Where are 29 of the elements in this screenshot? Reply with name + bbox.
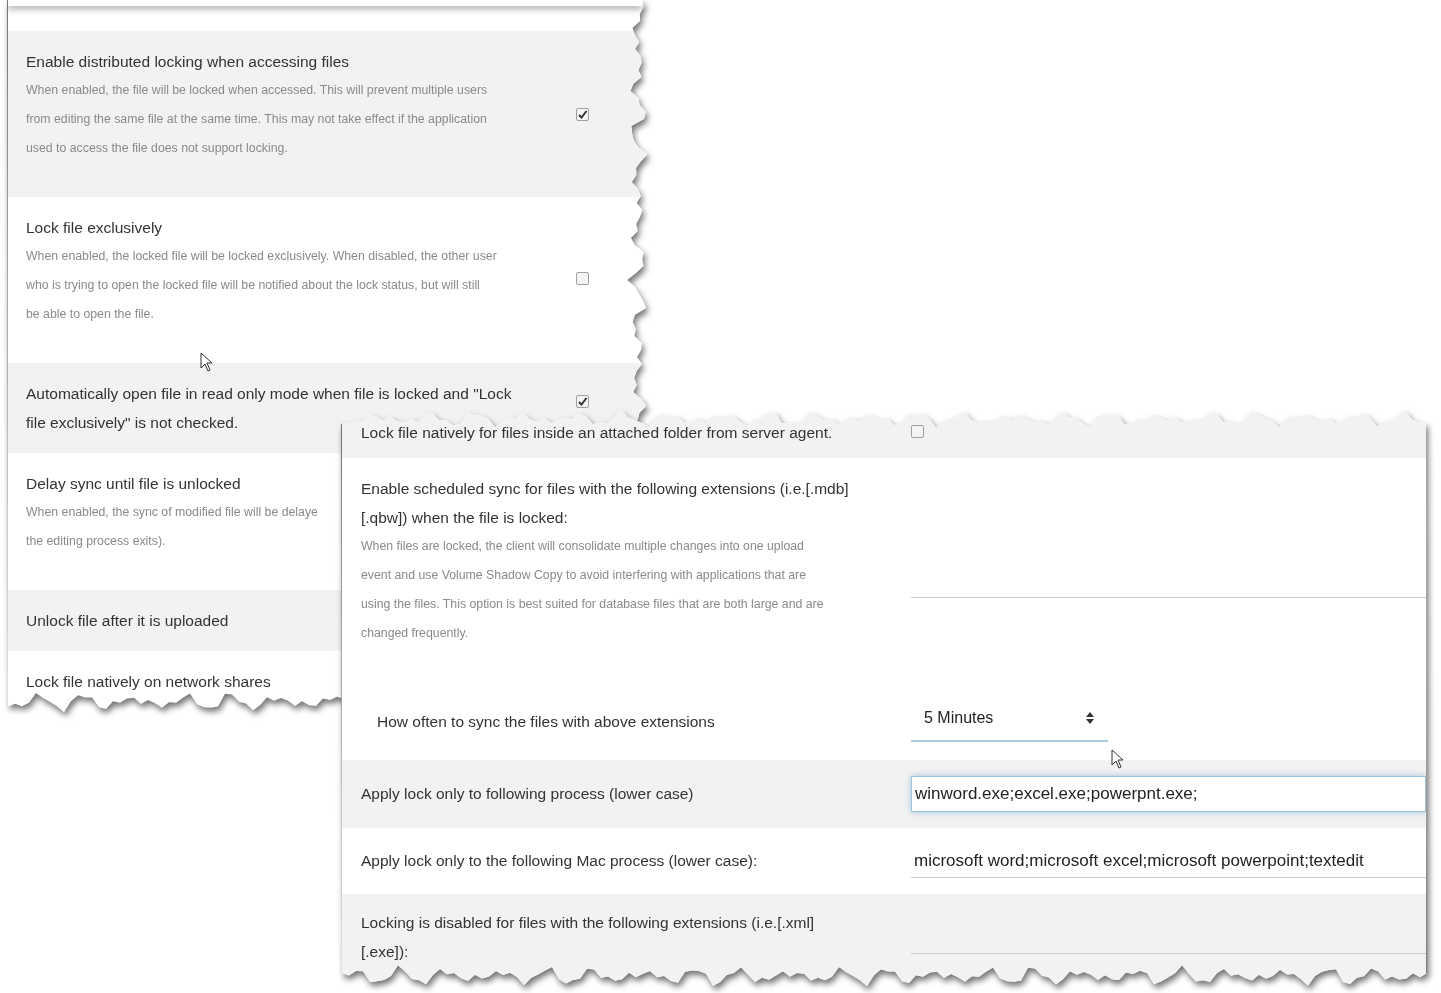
setting-label: Enable scheduled sync for files with the following extensions (i.e.[.mdb] [.qbw]) when the file is locked:: [361, 479, 850, 528]
setting-label: Apply lock only to following process (lower case): [361, 784, 695, 805]
cursor-icon: [1111, 749, 1125, 769]
caret-icon: [1086, 712, 1094, 724]
input-field[interactable]: microsoft word;microsoft excel;microsoft powerpoint;textedit: [911, 843, 1426, 878]
cursor-icon: [200, 352, 214, 372]
setting-description: When files are locked, the client will consolidate multiple changes into one upload event and use Volume Shadow Copy to avoid interfering with applications that are using the files. This option is best suited for database files that are both large and are changed frequently.: [361, 538, 825, 642]
checkbox[interactable]: [911, 424, 924, 438]
setting-label: Lock file natively for files inside an attached folder from server agent.: [361, 423, 834, 443]
setting-label: Enable distributed locking when accessing files: [26, 52, 350, 72]
setting-label: file exclusively" is not checked.: [26, 413, 239, 433]
setting-label: Lock file exclusively: [26, 218, 163, 238]
input-field[interactable]: winword.exe;excel.exe;powerpnt.exe;: [911, 776, 1426, 812]
check-icon: [577, 109, 588, 121]
interval-select[interactable]: 5 Minutes: [911, 700, 1108, 742]
setting-label: Delay sync until file is unlocked: [26, 474, 241, 494]
setting-label: Automatically open file in read only mode when file is locked and "Lock: [26, 384, 512, 404]
checkbox[interactable]: [576, 272, 589, 285]
setting-label: How often to sync the files with above extensions: [376, 711, 716, 732]
checkbox[interactable]: [576, 108, 589, 122]
check-icon: [577, 396, 588, 408]
setting-label: Apply lock only to the following Mac process (lower case):: [361, 851, 759, 872]
setting-description: When enabled, the locked file will be locked exclusively. When disabled, the other user who is trying to open the locked file will be notified about the lock status, but will still be able to open the file.: [26, 248, 498, 323]
setting-description: When enabled, the file will be locked when accessed. This will prevent multiple users from editing the same file at the same time. This may not take effect if the application used to access the file does not support locking.: [26, 82, 489, 157]
setting-label: Unlock file after it is uploaded: [26, 611, 229, 631]
setting-label: Locking is disabled for files with the following extensions (i.e.[.xml] [.exe]):: [361, 913, 816, 962]
checkbox[interactable]: [576, 395, 589, 409]
setting-label: Lock file natively on network shares: [26, 672, 271, 692]
setting-description: When enabled, the sync of modified file will be delaye the editing process exits).: [26, 504, 319, 550]
